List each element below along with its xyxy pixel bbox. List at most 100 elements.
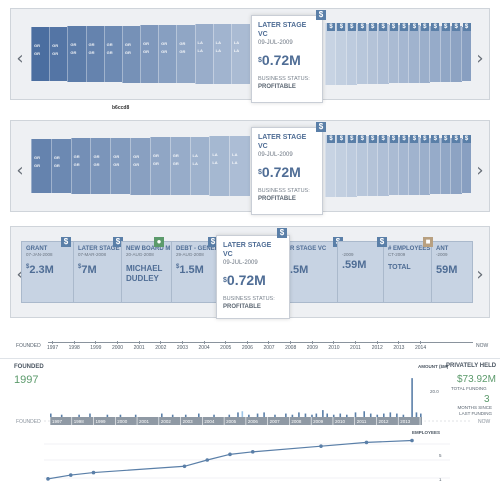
funding-bar[interactable] (241, 411, 244, 417)
funding-bar-chart[interactable]: 1997 1998 1999 2000 2001 2002 2003 2004 2005 2006… (0, 360, 500, 432)
round-card-right-1[interactable]: R STAGE VC .5M (285, 241, 345, 303)
round-card-grant[interactable]: GRANT 07-JAN-2008 $2.3M (21, 241, 75, 303)
carousel-slat[interactable]: GR GR (103, 25, 123, 83)
funding-bar[interactable] (263, 412, 265, 417)
funding-bar[interactable] (363, 411, 366, 417)
carousel-slat[interactable]: GR GR (130, 137, 151, 195)
funding-bar[interactable] (376, 414, 379, 417)
carousel-slat[interactable]: GR GR (140, 25, 160, 83)
timeline-year-label[interactable]: 2011 (350, 345, 361, 351)
employees-point[interactable] (228, 452, 232, 457)
funding-bar[interactable] (396, 413, 398, 417)
funding-bar[interactable] (291, 414, 294, 417)
carousel-slat[interactable]: GR GR (85, 26, 105, 82)
timeline-year-label[interactable]: 2004 (199, 345, 210, 351)
chevron-right-icon[interactable]: › (473, 265, 487, 285)
funding-bar[interactable] (198, 413, 200, 417)
funding-bar[interactable] (383, 413, 385, 417)
timeline-year-label[interactable]: 2012 (372, 345, 383, 351)
funding-bar[interactable] (89, 413, 91, 417)
funding-bar[interactable] (332, 414, 335, 417)
timeline-year-label[interactable]: 2006 (242, 345, 253, 351)
carousel-slat[interactable]: GR GR (158, 24, 178, 84)
funding-bar[interactable] (311, 414, 313, 417)
funding-round-card[interactable]: $ LATER STAGE VC 09-JUL-2009 $0.72M BUSI… (251, 10, 326, 103)
funding-bar[interactable] (420, 413, 422, 417)
timeline-year-label[interactable]: 2002 (155, 345, 166, 351)
funding-bar[interactable] (50, 413, 52, 417)
carousel-slat[interactable] (460, 26, 471, 82)
funding-bar[interactable] (339, 413, 342, 417)
funding-bar[interactable] (248, 414, 250, 417)
carousel-slat[interactable]: GR GR (67, 26, 87, 82)
employees-point[interactable] (205, 458, 210, 462)
carousel-slat[interactable]: GR GR (31, 27, 51, 81)
funding-bar[interactable] (322, 410, 324, 417)
funding-bar[interactable] (256, 413, 259, 417)
funding-bar[interactable] (60, 414, 63, 417)
employees-point[interactable] (319, 444, 323, 448)
chevron-right-icon[interactable]: › (473, 49, 487, 69)
timeline-year-label[interactable]: 1999 (90, 345, 101, 351)
timeline-axis[interactable]: FOUNDED NOW 1997 1998 1999 2000 2001 2002 2003… (0, 338, 500, 354)
carousel-slat[interactable]: GR GR (50, 138, 72, 194)
employees-point[interactable] (68, 473, 73, 477)
carousel-slat[interactable] (460, 138, 471, 194)
employees-point[interactable] (182, 464, 187, 469)
funding-bar[interactable] (171, 414, 174, 417)
funding-bar[interactable] (161, 413, 163, 417)
chevron-left-icon[interactable]: ‹ (13, 49, 27, 69)
employees-point[interactable] (364, 440, 369, 445)
funding-round-card[interactable]: $ LATER STAGE VC 09-JUL-2009 $0.72M BUSI… (251, 122, 326, 215)
funding-bar[interactable] (228, 414, 231, 417)
round-card-right-4[interactable]: ANT -2009 59M (431, 241, 473, 303)
carousel-slat[interactable]: LA LA (189, 136, 211, 196)
funding-bar[interactable] (274, 414, 276, 417)
employees-point[interactable] (250, 450, 255, 454)
timeline-year-label[interactable]: 2001 (134, 345, 145, 351)
employees-line-chart[interactable] (0, 432, 500, 490)
employees-point[interactable] (410, 438, 414, 443)
carousel-slat[interactable]: GR GR (176, 24, 196, 84)
funding-bar[interactable] (389, 412, 392, 417)
timeline-year-label[interactable]: 2010 (328, 345, 339, 351)
funding-bar[interactable] (184, 414, 187, 417)
round-card-employees[interactable]: # EMPLOYEES CT-2009 TOTAL (383, 241, 435, 303)
employees-point[interactable] (46, 477, 50, 481)
chevron-left-icon[interactable]: ‹ (13, 161, 27, 181)
round-card-board-member[interactable]: NEW BOARD M 20-AUG-2008 MICHAEL DUDLEY (121, 241, 173, 303)
employees-point[interactable] (91, 470, 96, 475)
carousel-slat[interactable]: GR GR (49, 26, 69, 82)
timeline-year-label[interactable]: 2007 (263, 345, 274, 351)
timeline-year-label[interactable]: 2009 (307, 345, 318, 351)
timeline-year-label[interactable]: 1998 (69, 345, 80, 351)
carousel-slat[interactable]: LA LA (194, 24, 214, 84)
timeline-year-label[interactable]: 2008 (285, 345, 296, 351)
funding-bar[interactable] (315, 413, 318, 417)
timeline-year-label[interactable]: 2005 (220, 345, 231, 351)
funding-round-card[interactable]: $ LATER STAGE VC 09-JUL-2009 $0.72M BUSI… (216, 228, 290, 319)
funding-bar[interactable] (285, 413, 287, 417)
carousel-slat[interactable]: LA LA (229, 136, 250, 196)
carousel-slat[interactable]: LA LA (212, 24, 232, 84)
carousel-slat[interactable]: GR GR (90, 138, 112, 194)
funding-bar[interactable] (411, 378, 413, 417)
funding-bar[interactable] (134, 414, 137, 417)
timeline-year-label[interactable]: 1997 (47, 345, 58, 351)
carousel-slat[interactable]: GR GR (110, 137, 132, 195)
chevron-right-icon[interactable]: › (473, 161, 487, 181)
timeline-year-label[interactable]: 2014 (415, 345, 426, 351)
funding-bar[interactable] (213, 414, 215, 417)
funding-bar[interactable] (78, 414, 80, 417)
timeline-year-label[interactable]: 2013 (393, 345, 404, 351)
funding-bar[interactable] (304, 413, 307, 417)
timeline-year-label[interactable]: 2000 (112, 345, 123, 351)
carousel-slat[interactable]: GR GR (149, 137, 171, 195)
timeline-year-label[interactable]: 2003 (177, 345, 188, 351)
carousel-slat[interactable]: GR GR (70, 138, 92, 194)
carousel-slat[interactable]: LA LA (230, 23, 250, 85)
funding-bar[interactable] (415, 412, 418, 417)
round-card-later-stage[interactable]: LATER STAGE VC 07-MAR-2008 $7M (73, 241, 127, 303)
funding-bar[interactable] (326, 413, 329, 417)
funding-bar[interactable] (119, 414, 122, 417)
